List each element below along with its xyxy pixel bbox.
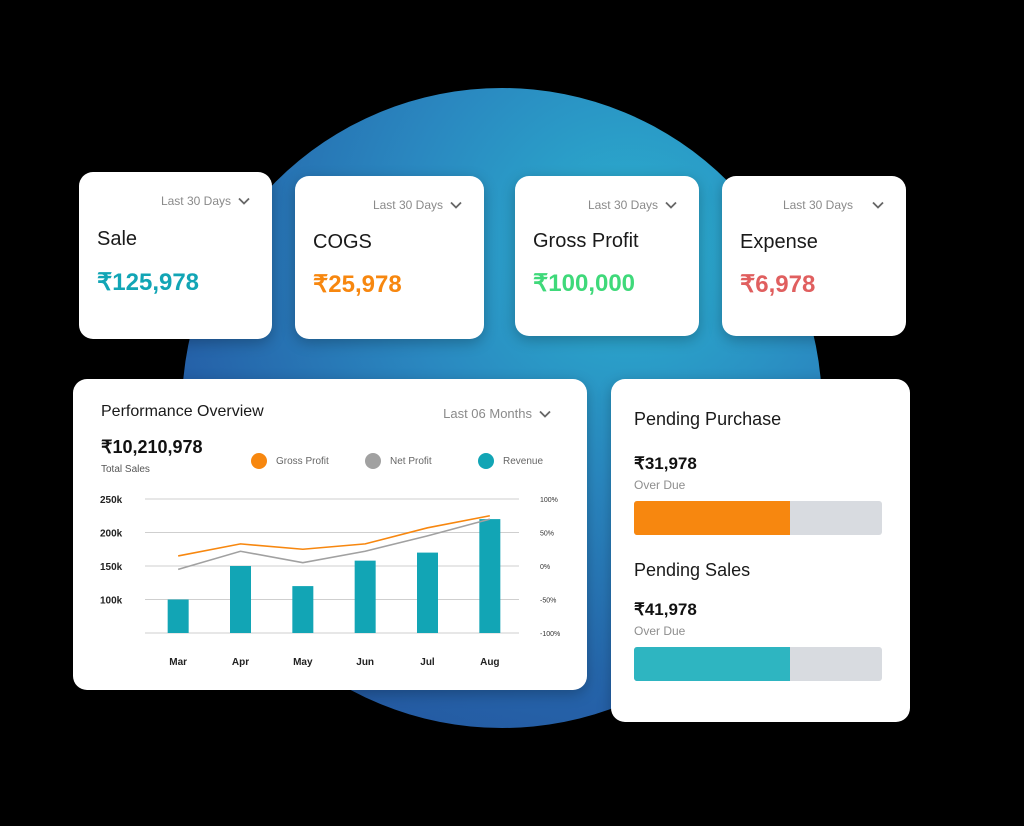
pending-sales-title: Pending Sales	[634, 560, 751, 580]
stat-title: Gross Profit	[533, 230, 639, 252]
chevron-down-icon	[450, 201, 462, 209]
stat-card-sale: Last 30 Days Sale ₹125,978	[79, 172, 272, 339]
pending-sales-value: ₹41,978	[634, 600, 697, 619]
y2-tick-label: 0%	[540, 564, 550, 571]
revenue-bar	[479, 519, 501, 633]
stat-value: ₹100,000	[533, 270, 636, 297]
stat-card-gross-profit: Last 30 Days Gross Profit ₹100,000	[515, 176, 699, 336]
x-tick-label: Mar	[169, 657, 187, 668]
period-dropdown[interactable]: Last 30 Days	[588, 198, 677, 212]
y-tick-label: 250k	[100, 495, 123, 506]
stat-value: ₹125,978	[97, 269, 200, 296]
pending-purchase-sub: Over Due	[634, 478, 686, 492]
y2-tick-label: -100%	[540, 631, 560, 638]
revenue-bar	[354, 560, 376, 633]
stat-title: Sale	[97, 228, 138, 250]
pending-sales-sub: Over Due	[634, 624, 686, 638]
x-tick-label: May	[293, 657, 313, 668]
performance-chart: 250k 200k 150k 100k 100% 50% 0% -50% -100% Mar Apr…	[100, 495, 560, 668]
stat-value: ₹6,978	[740, 271, 816, 298]
y2-tick-label: 50%	[540, 531, 554, 538]
stat-value: ₹25,978	[313, 271, 402, 298]
performance-overview-card: Performance Overview Last 06 Months ₹10,…	[73, 379, 587, 690]
progress-fill	[634, 501, 791, 535]
period-label: Last 30 Days	[587, 198, 658, 212]
stat-card-cogs: Last 30 Days COGS ₹25,978	[295, 176, 484, 339]
x-tick-label: Apr	[232, 657, 249, 668]
period-dropdown[interactable]: Last 30 Days	[161, 194, 250, 208]
stat-title: Expense	[740, 231, 818, 253]
revenue-bar	[230, 566, 251, 633]
y2-tick-label: 100%	[540, 497, 558, 504]
period-label: Last 30 Days	[160, 194, 231, 208]
x-tick-label: Jul	[420, 657, 435, 668]
pending-purchase-value: ₹31,978	[634, 454, 697, 473]
revenue-bar	[417, 552, 438, 633]
chevron-down-icon	[238, 197, 250, 205]
y-tick-label: 150k	[100, 562, 123, 573]
period-dropdown[interactable]: Last 30 Days	[373, 198, 462, 212]
net-profit-line	[177, 518, 491, 571]
x-tick-label: Aug	[480, 657, 499, 668]
period-dropdown[interactable]: Last 30 Days	[783, 198, 884, 212]
progress-fill	[634, 647, 791, 681]
chevron-down-icon	[665, 201, 677, 209]
period-label: Last 30 Days	[782, 198, 853, 212]
chevron-down-icon	[872, 201, 884, 209]
period-label: Last 30 Days	[372, 198, 443, 212]
revenue-bar	[167, 599, 189, 633]
gross-profit-line	[178, 514, 490, 557]
y-tick-label: 100k	[100, 596, 123, 607]
pending-purchase-title: Pending Purchase	[634, 409, 782, 429]
x-tick-label: Jun	[356, 657, 374, 668]
pending-purchase-progress	[634, 501, 882, 535]
y2-tick-label: -50%	[540, 598, 556, 605]
revenue-bar	[292, 586, 314, 633]
stat-title: COGS	[313, 231, 372, 253]
y-tick-label: 200k	[100, 529, 123, 540]
stat-card-expense: Last 30 Days Expense ₹6,978	[722, 176, 906, 336]
pending-card: Pending Purchase ₹31,978 Over Due Pendin…	[611, 379, 910, 722]
pending-sales-progress	[634, 647, 882, 681]
